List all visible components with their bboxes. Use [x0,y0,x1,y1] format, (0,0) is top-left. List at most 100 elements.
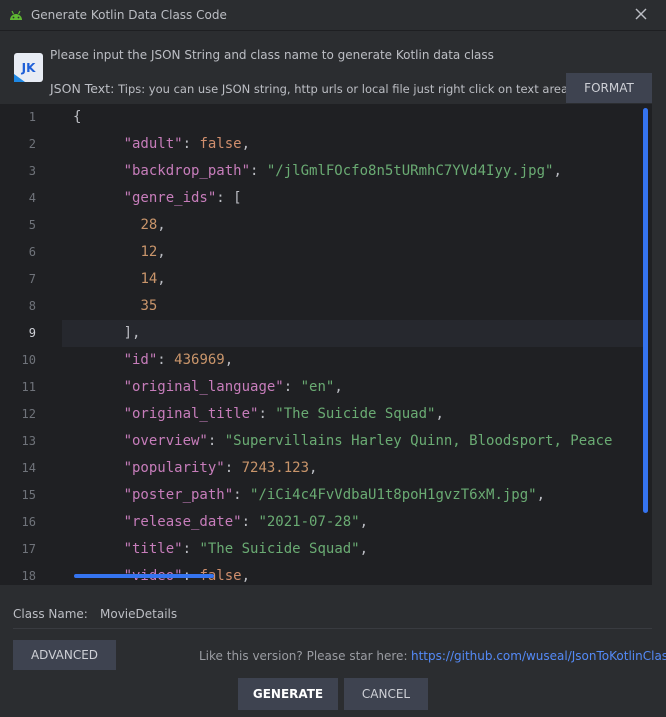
json-text-label: JSON Text: Tips: you can use JSON string… [50,81,568,96]
class-name-input[interactable]: MovieDetails [100,607,177,621]
line-number: 8 [28,299,36,313]
line-number: 13 [21,434,36,448]
code-value: 14 [140,271,158,287]
class-name-label: Class Name: [13,607,88,621]
code-key: "backdrop_path" [123,163,251,179]
json-label: JSON Text: [50,81,115,96]
close-icon[interactable] [633,6,649,22]
code-punct: , [359,514,369,530]
divider [13,628,652,629]
line-number: 15 [21,488,36,502]
code-value: "The Suicide Squad" [199,541,360,557]
line-number: 1 [28,110,36,124]
code-punct: , [157,271,166,287]
code-sep: : [182,136,200,152]
code-value: false [199,136,242,152]
line-number: 14 [21,461,36,475]
line-number: 6 [28,245,36,259]
advanced-button[interactable]: ADVANCED [13,640,116,670]
code-line: ], [73,325,141,341]
line-number: 11 [21,380,36,394]
star-prompt-text: Like this version? Please star here: [199,649,408,663]
code-sep: : [233,487,251,503]
code-line: "original_language": "en", [73,379,343,395]
code-value: "en" [300,379,335,395]
github-link[interactable]: https://github.com/wuseal/JsonToKotlinCl… [411,649,666,663]
code-value: 35 [140,298,158,314]
code-sep: : [283,379,301,395]
code-sep: : [157,352,175,368]
code-sep: : [182,541,200,557]
code-punct: , [241,136,251,152]
line-number: 16 [21,515,36,529]
code-area[interactable]: { "adult": false, "backdrop_path": "/jlG… [73,104,643,585]
code-key: "poster_path" [123,487,234,503]
code-punct: , [553,163,562,179]
code-value: "/jlGmlFOcfo8n5tURmhC7YVd4Iyy.jpg" [266,163,554,179]
line-number-gutter: 1 2 3 4 5 6 7 8 9 10 11 12 13 14 15 16 17 18 [0,104,62,585]
code-sep: : [207,433,225,449]
line-number: 18 [21,569,36,583]
code-punct: , [224,352,234,368]
code-key: "id" [123,352,158,368]
line-number: 3 [28,164,36,178]
title-bar: Generate Kotlin Data Class Code [0,0,666,31]
plugin-logo-icon: JK [14,53,43,82]
vertical-scrollbar[interactable] [643,108,648,513]
code-value: "The Suicide Squad" [275,406,436,422]
line-number: 7 [28,272,36,286]
code-line: "poster_path": "/iCi4c4FvVdbaU1t8poH1gvz… [73,487,545,503]
code-key: "overview" [123,433,208,449]
code-key: "title" [123,541,183,557]
tips-text: Tips: you can use JSON string, http urls… [118,82,569,96]
instruction-text: Please input the JSON String and class n… [50,48,494,62]
code-value: 12 [140,244,158,260]
line-number: 12 [21,407,36,421]
code-value: 28 [140,217,158,233]
code-punct: [ [233,190,242,206]
code-line: "overview": "Supervillains Harley Quinn,… [73,433,613,449]
code-punct: , [359,541,369,557]
cancel-button[interactable]: CANCEL [344,678,428,710]
code-key: "original_title" [123,406,259,422]
generate-button[interactable]: GENERATE [238,678,338,710]
code-line: 28, [73,217,165,233]
code-line: "id": 436969, [73,352,234,368]
code-key: "popularity" [123,460,225,476]
code-line: "backdrop_path": "/jlGmlFOcfo8n5tURmhC7Y… [73,163,562,179]
code-key: "release_date" [123,514,242,530]
code-punct: ], [123,325,141,341]
code-punct: , [435,406,444,422]
code-line: "popularity": 7243.123, [73,460,318,476]
code-line: 35 [73,298,157,314]
code-sep: : [250,163,267,179]
code-key: "original_language" [123,379,284,395]
code-line: { [73,109,81,125]
line-number: 17 [21,542,36,556]
line-number: 10 [21,353,36,367]
code-line: "adult": false, [73,136,250,152]
line-number: 9 [28,326,36,340]
code-sep: : [224,460,242,476]
code-punct: , [157,244,166,260]
code-punct: , [241,568,251,584]
code-value: 7243.123 [241,460,310,476]
code-line: "release_date": "2021-07-28", [73,514,368,530]
json-editor[interactable]: 1 2 3 4 5 6 7 8 9 10 11 12 13 14 15 16 17 18 { "adult": f… [0,104,652,585]
code-line: 12, [73,244,166,260]
format-button[interactable]: FORMAT [566,73,652,103]
horizontal-scrollbar[interactable] [74,574,214,578]
code-line: 14, [73,271,166,287]
